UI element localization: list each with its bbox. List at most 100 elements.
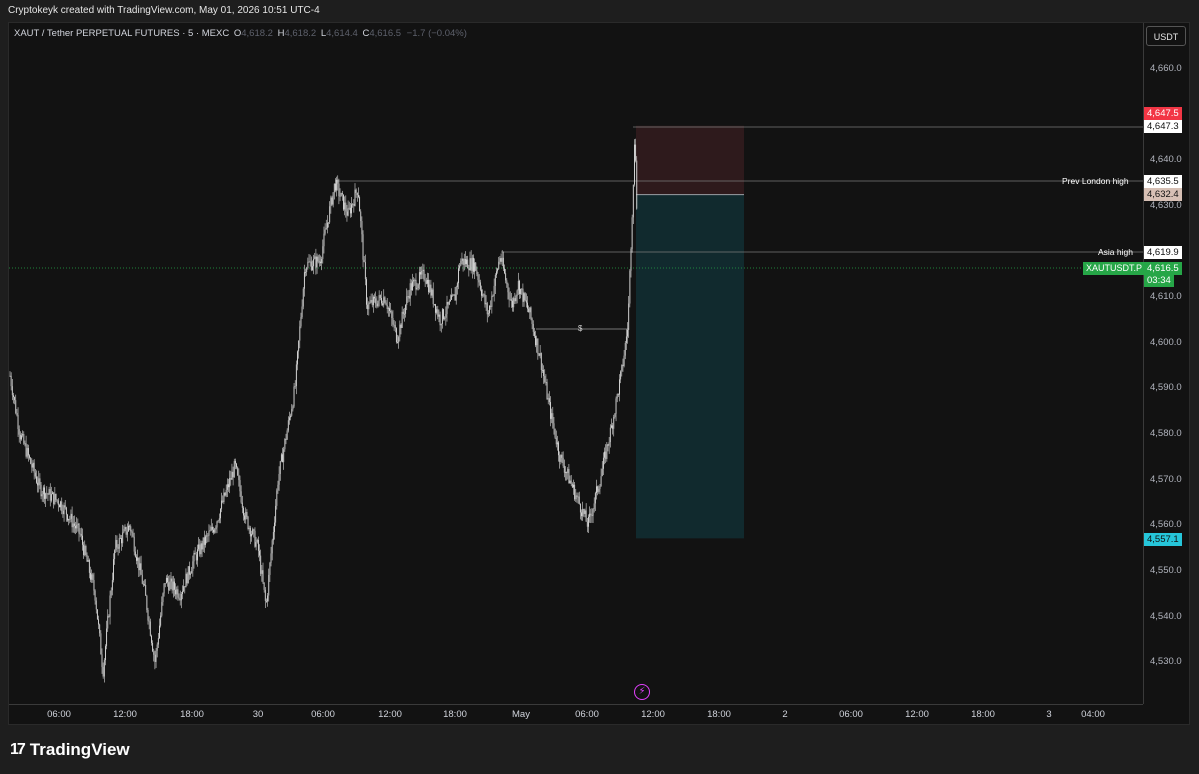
candle-body (563, 465, 565, 473)
chart-plot-area[interactable] (9, 23, 1143, 704)
candle-body (132, 532, 134, 537)
currency-unit-button[interactable]: USDT (1146, 26, 1186, 46)
candle-body (579, 503, 581, 513)
candle-body (394, 325, 396, 329)
candle-body (410, 283, 412, 291)
candle-body (27, 448, 29, 456)
candle-body (597, 486, 599, 492)
candle-body (337, 179, 339, 184)
candle-body (464, 258, 466, 265)
candle-body (312, 266, 313, 270)
candle-body (516, 290, 518, 296)
candle-body (390, 311, 392, 312)
candle-body (229, 477, 231, 488)
candle-body (559, 455, 561, 462)
candle-body (553, 423, 555, 429)
candle-body (251, 534, 252, 537)
candle-body (86, 555, 88, 562)
candle-body (364, 262, 366, 280)
candle-body (301, 306, 303, 318)
candle-body (19, 434, 21, 440)
candle-body (482, 294, 484, 296)
candle-body (341, 192, 343, 195)
candle-body (30, 457, 32, 464)
lightning-icon[interactable]: ⚡ (634, 684, 650, 700)
candle-body (606, 444, 608, 459)
candle-body (249, 527, 251, 537)
candle-body (379, 295, 381, 299)
candle-body (203, 537, 205, 545)
candle-body (598, 488, 600, 492)
candle-body (452, 295, 454, 297)
candle-body (170, 578, 172, 582)
candle-body (367, 304, 369, 310)
candle-body (64, 505, 66, 508)
candle-body (627, 329, 628, 337)
candle-body (129, 525, 131, 527)
tradingview-logo[interactable]: 17 TradingView (10, 740, 130, 760)
candle-body (52, 492, 53, 495)
candle-body (585, 510, 587, 522)
candle-body (475, 262, 477, 271)
candle-body (573, 484, 574, 488)
candle-body (168, 582, 170, 591)
candle-body (436, 309, 438, 313)
candle-body (34, 472, 36, 477)
candle-body (231, 471, 233, 480)
candle-body (192, 561, 194, 572)
candle-body (429, 284, 431, 293)
candle-body (507, 283, 509, 293)
candle-body (463, 258, 465, 265)
candle-body (555, 437, 557, 445)
candle-body (462, 258, 464, 265)
candle-body (222, 500, 224, 503)
candle-body (589, 513, 591, 517)
candle-body (529, 307, 531, 313)
candle-body (191, 571, 193, 574)
candle-body (93, 580, 95, 591)
candle-body (313, 258, 315, 267)
time-tick: May (512, 709, 530, 720)
candle-body (351, 204, 352, 214)
candle-body (116, 539, 118, 548)
candle-body (289, 417, 290, 421)
candle-body (569, 480, 571, 484)
asia-high-label: Asia high (1098, 247, 1133, 257)
candle-body (83, 544, 85, 556)
candle-body (38, 478, 40, 486)
candle-body (548, 398, 550, 403)
candle-body (44, 487, 45, 499)
candle-body (98, 619, 99, 625)
candle-body (145, 584, 147, 596)
candle-body (368, 303, 370, 310)
candle-body (432, 289, 434, 305)
candle-body (194, 552, 196, 555)
candle-body (165, 577, 167, 584)
candle-body (18, 429, 20, 435)
candle-body (522, 288, 524, 302)
candle-body (583, 508, 585, 514)
candle-body (199, 544, 201, 555)
candle-body (269, 562, 271, 575)
candle-body (322, 246, 324, 259)
candle-body (237, 467, 239, 475)
candle-body (233, 460, 235, 478)
candle-body (80, 534, 82, 536)
candle-body (468, 268, 470, 270)
london-high-price-badge: 4,635.5 (1144, 175, 1182, 188)
candle-body (244, 515, 246, 520)
candle-body (385, 302, 387, 306)
candle-body (508, 292, 510, 300)
candle-body (614, 413, 616, 417)
candle-body (78, 523, 80, 534)
candle-body (68, 518, 70, 521)
candle-body (169, 581, 171, 591)
price-tick: 4,630.0 (1150, 200, 1182, 211)
candle-body (473, 257, 474, 272)
candle-body (509, 299, 511, 301)
candle-body (54, 493, 56, 505)
time-tick: 12:00 (905, 709, 929, 720)
legend-symbol: XAUT / Tether PERPETUAL FUTURES · 5 · ME… (14, 28, 230, 39)
legend-open: 4,618.2 (241, 28, 273, 39)
candle-body (234, 460, 236, 464)
